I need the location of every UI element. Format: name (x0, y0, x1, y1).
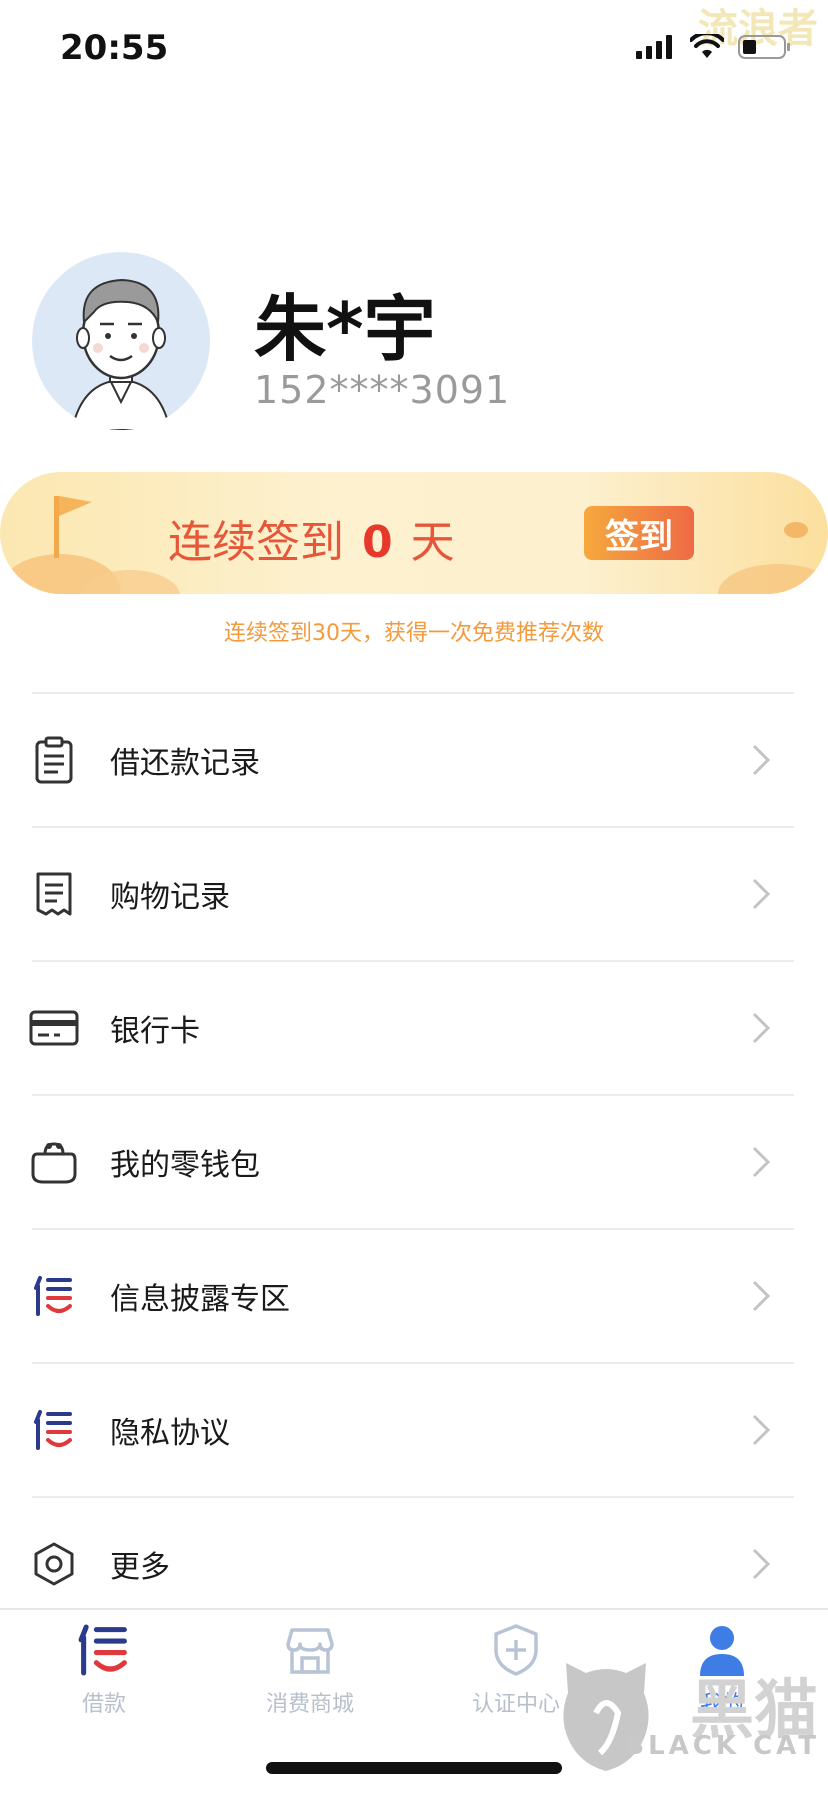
shield-plus-icon (494, 1624, 538, 1676)
menu-item-label: 借还款记录 (110, 746, 260, 781)
menu-item-label: 我的零钱包 (110, 1148, 260, 1183)
status-icons (636, 34, 792, 60)
battery-icon (738, 35, 790, 59)
signin-prefix: 连续签到 (168, 517, 344, 568)
cellular-signal-icon (636, 35, 672, 59)
chevron-right-icon (752, 1548, 771, 1580)
signin-days: 0 (362, 517, 393, 568)
menu-item-label: 购物记录 (110, 880, 230, 915)
wallet-icon (26, 1134, 82, 1190)
signin-streak-text: 连续签到 0 天 (168, 506, 455, 570)
menu-item-label: 信息披露专区 (110, 1282, 290, 1317)
tab-loan[interactable]: 借款 (24, 1622, 184, 1722)
decor-hill-icon (718, 522, 828, 594)
bank-card-icon (26, 1000, 82, 1056)
signin-button[interactable]: 签到 (584, 506, 694, 560)
menu-item-wallet[interactable]: 我的零钱包 (31, 1094, 794, 1228)
receipt-icon (26, 866, 82, 922)
menu-item-info-disclosure[interactable]: 信息披露专区 (32, 1228, 794, 1362)
xin-logo-icon (26, 1402, 82, 1458)
tab-label: 借款 (81, 1692, 126, 1717)
menu-item-label: 隐私协议 (110, 1416, 230, 1451)
menu-item-label: 更多 (110, 1550, 170, 1585)
chevron-right-icon (752, 878, 771, 910)
chevron-right-icon (752, 1414, 771, 1446)
menu-list: 借还款记录 购物记录 银行卡 我的零钱包 信息披露专区 隐私协议 更多 (0, 692, 828, 1630)
chevron-right-icon (752, 1012, 771, 1044)
user-phone: 152****3091 (254, 368, 511, 412)
chevron-right-icon (752, 1146, 771, 1178)
flag-hill-icon (0, 496, 180, 594)
user-name: 朱*宇 (254, 287, 436, 371)
profile-header: 朱*宇 152****3091 (0, 240, 828, 440)
wifi-icon (690, 34, 724, 58)
avatar-illustration-icon (70, 278, 172, 430)
signin-banner: 连续签到 0 天 签到 (0, 472, 828, 594)
chevron-right-icon (752, 1280, 771, 1312)
status-bar: 20:55 流浪者 (0, 0, 828, 100)
xin-logo-icon (26, 1268, 82, 1324)
tab-shop[interactable]: 消费商城 (230, 1622, 390, 1722)
signin-hint: 连续签到30天，获得一次免费推荐次数 (224, 621, 604, 646)
menu-item-bank-card[interactable]: 银行卡 (29, 960, 794, 1094)
status-time: 20:55 (60, 28, 169, 68)
hexagon-gear-icon (26, 1536, 82, 1592)
blackcat-watermark: 黑猫 BLACK CAT (548, 1653, 828, 1773)
menu-item-loan-records[interactable]: 借还款记录 (32, 692, 794, 826)
signin-suffix: 天 (410, 517, 455, 568)
store-icon (286, 1628, 334, 1674)
chevron-right-icon (752, 744, 771, 776)
xin-logo-icon (78, 1624, 127, 1676)
tab-label: 消费商城 (265, 1692, 354, 1717)
clipboard-icon (26, 732, 82, 788)
blackcat-en-text: BLACK CAT (624, 1731, 820, 1761)
home-indicator (266, 1762, 562, 1774)
menu-item-label: 银行卡 (110, 1014, 200, 1049)
avatar[interactable] (32, 252, 210, 430)
menu-item-shopping-records[interactable]: 购物记录 (32, 826, 794, 960)
menu-item-privacy[interactable]: 隐私协议 (32, 1362, 794, 1496)
